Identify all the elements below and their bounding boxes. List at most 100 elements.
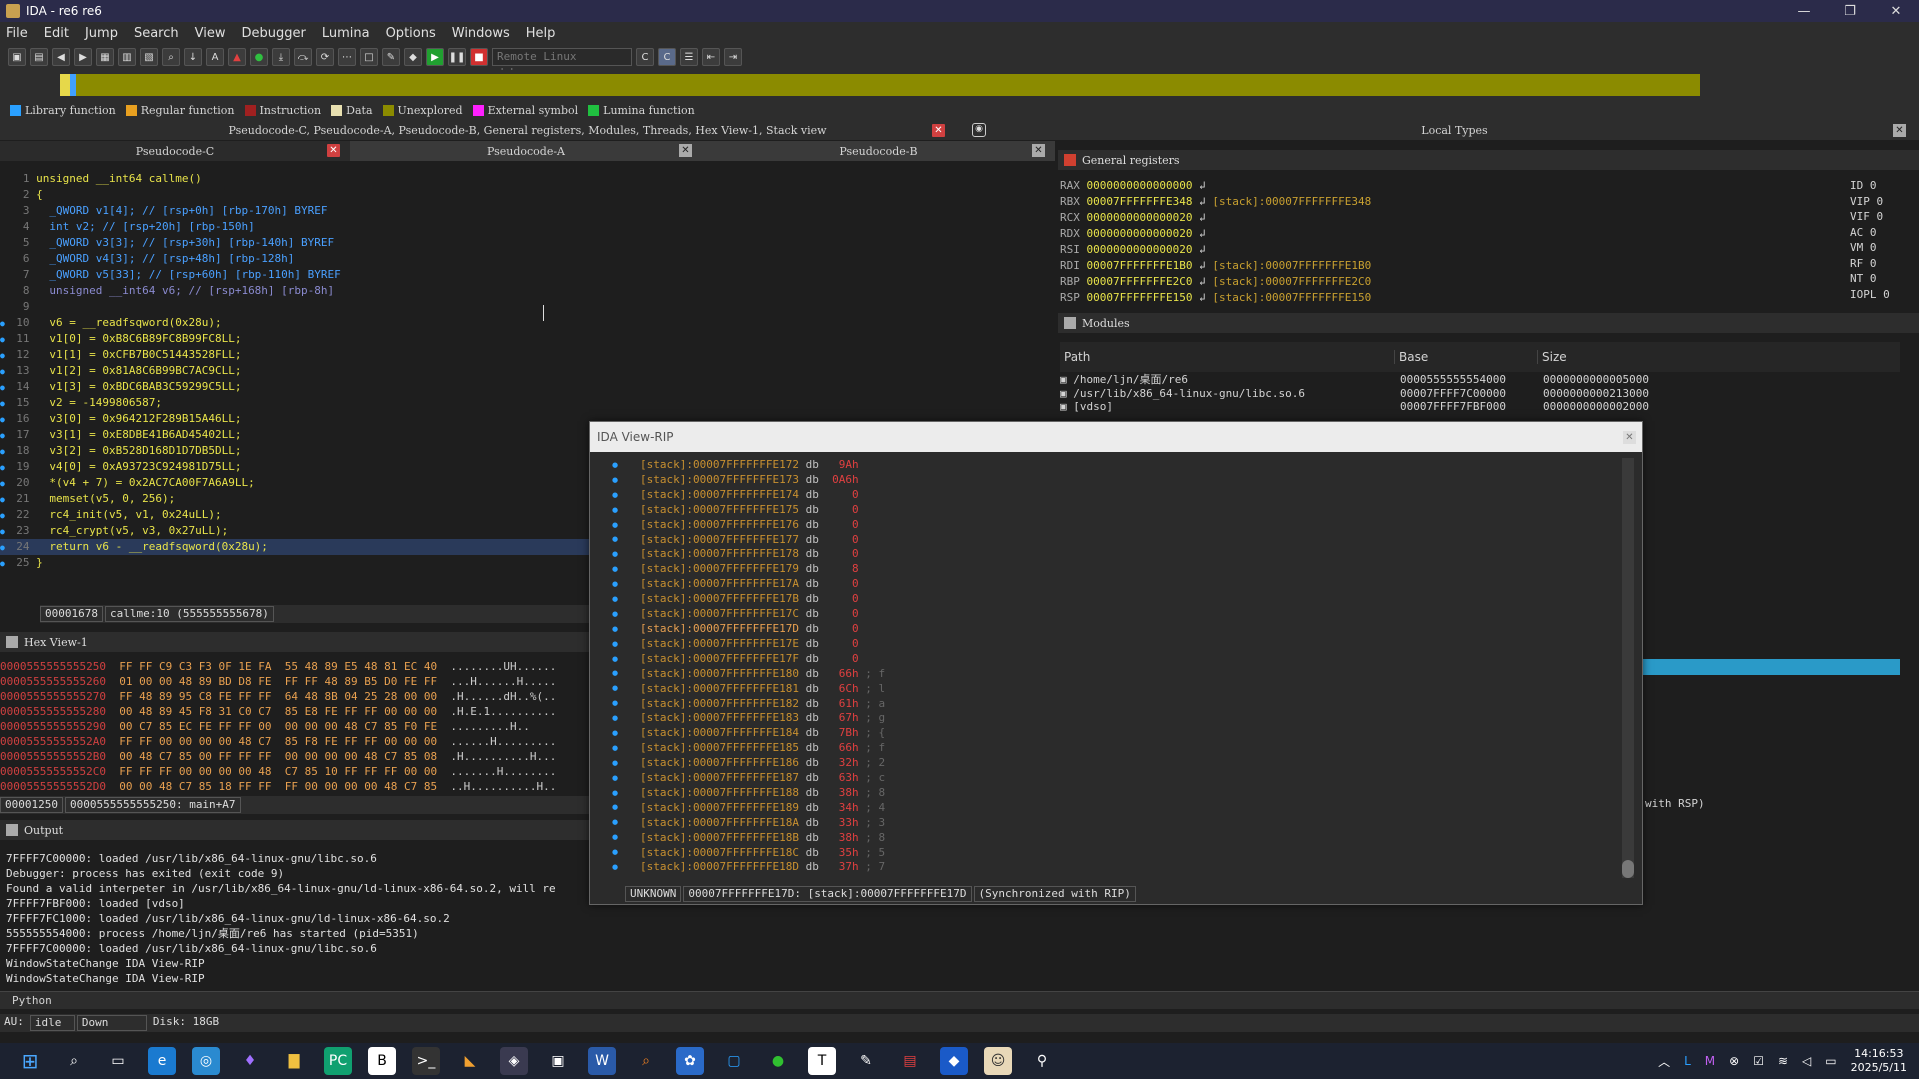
save-icon[interactable]: ▤ xyxy=(30,48,48,66)
close-window-button[interactable]: ✕ xyxy=(1873,4,1919,19)
close-tab-icon[interactable]: ✕ xyxy=(327,144,340,157)
vm-icon[interactable]: ▣ xyxy=(544,1047,572,1075)
volume-icon[interactable]: ◁ xyxy=(1802,1054,1811,1068)
indent-icon[interactable]: ⇤ xyxy=(702,48,720,66)
breakpoint-dot[interactable]: ● xyxy=(0,463,10,472)
disasm-row[interactable]: [stack]:00007FFFFFFFE17E db 0 xyxy=(640,637,1610,652)
flag-row[interactable]: ID 0 xyxy=(1850,178,1910,194)
struct-icon[interactable]: ▥ xyxy=(118,48,136,66)
search-icon[interactable]: ⌕ xyxy=(162,48,180,66)
hex-view[interactable]: 0000555555555250 FF FF C9 C3 F3 0F 1E FA… xyxy=(0,659,590,794)
tray-app-icon-4[interactable]: ☑ xyxy=(1753,1054,1764,1068)
app-icon-3[interactable]: B xyxy=(368,1047,396,1075)
breakpoint-dot[interactable]: ● xyxy=(612,741,628,756)
pycharm-icon[interactable]: PC xyxy=(324,1047,352,1075)
local-types-title[interactable]: Local Types xyxy=(1421,124,1487,137)
register-value[interactable]: 0000000000000000 xyxy=(1087,179,1193,192)
cpu-active-icon[interactable]: C xyxy=(658,48,676,66)
code-line[interactable]: ● 12 v1[1] = 0xCFB7B0C51443528FLL; xyxy=(0,347,1055,363)
text-icon[interactable]: A xyxy=(206,48,224,66)
menu-search[interactable]: Search xyxy=(134,26,179,41)
hex-row[interactable]: 00005555555552D0 00 00 48 C7 85 18 FF FF… xyxy=(0,779,590,794)
register-value[interactable]: 0000000000000020 xyxy=(1087,243,1193,256)
pause-icon[interactable]: ❚❚ xyxy=(448,48,466,66)
menu-windows[interactable]: Windows xyxy=(452,26,510,41)
cpu-icon[interactable]: C xyxy=(636,48,654,66)
breakpoint-dot[interactable]: ● xyxy=(0,383,10,392)
breakpoint-dot[interactable]: ● xyxy=(0,543,10,552)
tab-pseudocode-b[interactable]: Pseudocode-B ✕ xyxy=(702,141,1055,161)
breakpoint-dot[interactable]: ● xyxy=(612,503,628,518)
breakpoint-dot[interactable] xyxy=(0,303,10,312)
app-icon-1[interactable]: ◎ xyxy=(192,1047,220,1075)
pen-icon[interactable]: ✎ xyxy=(382,48,400,66)
task-view-icon[interactable]: ▭ xyxy=(104,1047,132,1075)
forward-icon[interactable]: ▶ xyxy=(74,48,92,66)
code-line[interactable]: 3 _QWORD v1[4]; // [rsp+0h] [rbp-170h] B… xyxy=(0,203,1055,219)
ida-taskbar-icon[interactable]: ◈ xyxy=(500,1047,528,1075)
breakpoint-dot[interactable]: ● xyxy=(612,622,628,637)
breakpoint-gutter[interactable]: ● ● ● ● ● ● ● ● ● ● ● ● ● ● ● ● ● ● ● ● ● ● ● ● ● ● ● ● xyxy=(612,458,628,878)
python-button[interactable]: Python xyxy=(12,994,52,1007)
breakpoint-dot[interactable]: ● xyxy=(0,367,10,376)
col-base[interactable]: Base xyxy=(1395,350,1538,364)
modules-list[interactable]: ▣ /home/ljn/桌面/re6 0000555555554000 000000… xyxy=(1060,373,1900,420)
app-icon-7[interactable]: ▢ xyxy=(720,1047,748,1075)
search-icon[interactable]: ⌕ xyxy=(60,1047,88,1075)
hex-row[interactable]: 00005555555552B0 00 48 C7 85 00 FF FF FF… xyxy=(0,749,590,764)
hex-row[interactable]: 0000555555555290 00 C7 85 EC FE FF FF 00… xyxy=(0,719,590,734)
jump-arrow-icon[interactable]: ↲ xyxy=(1192,195,1212,208)
menu-help[interactable]: Help xyxy=(526,26,556,41)
jump-arrow-icon[interactable]: ↲ xyxy=(1192,179,1206,192)
register-value[interactable]: 00007FFFFFFFE150 xyxy=(1087,291,1193,304)
disasm-row[interactable]: [stack]:00007FFFFFFFE17C db 0 xyxy=(640,607,1610,622)
breakpoint-dot[interactable]: ● xyxy=(612,637,628,652)
breakpoint-dot[interactable]: ● xyxy=(0,495,10,504)
battery-icon[interactable]: ▭ xyxy=(1825,1054,1836,1068)
hex-row[interactable]: 0000555555555260 01 00 00 48 89 BD D8 FE… xyxy=(0,674,590,689)
flag-row[interactable]: IOPL 0 xyxy=(1850,287,1910,303)
tab-pseudocode-a[interactable]: Pseudocode-A ✕ xyxy=(350,141,702,161)
edge-icon[interactable]: e xyxy=(148,1047,176,1075)
breakpoint-dot[interactable]: ● xyxy=(612,592,628,607)
jump-arrow-icon[interactable]: ↲ xyxy=(1192,227,1206,240)
disasm-row[interactable]: [stack]:00007FFFFFFFE175 db 0 xyxy=(640,503,1610,518)
ida-view-rip-titlebar[interactable]: IDA View-RIP ✕ xyxy=(590,422,1642,452)
open-icon[interactable]: ▣ xyxy=(8,48,26,66)
menu-debugger[interactable]: Debugger xyxy=(241,26,305,41)
ida-view-scrollbar[interactable] xyxy=(1622,458,1634,878)
tray-app-icon-1[interactable]: L xyxy=(1684,1054,1691,1068)
breakpoint-dot[interactable] xyxy=(0,271,10,280)
file-explorer-icon[interactable]: ▇ xyxy=(280,1047,308,1075)
breakpoint-dot[interactable]: ● xyxy=(612,815,628,830)
breakpoint-dot[interactable]: ● xyxy=(0,319,10,328)
disasm-row[interactable]: [stack]:00007FFFFFFFE177 db 0 xyxy=(640,533,1610,548)
ida-view-rip-window[interactable]: IDA View-RIP ✕ ● ● ● ● ● ● ● ● ● ● ● ● ● ● ● ● ● ● ● ● ● ● ● ● ●… xyxy=(589,421,1643,905)
tab-pseudocode-c[interactable]: Pseudocode-C ✕ xyxy=(0,141,350,161)
breakpoint-dot[interactable]: ● xyxy=(0,399,10,408)
registers-list[interactable]: RAX 0000000000000000 ↲ RBX 00007FFFFFFFE… xyxy=(1060,178,1830,304)
breakpoint-dot[interactable]: ● xyxy=(612,860,628,875)
app-icon-6[interactable]: ✿ xyxy=(676,1047,704,1075)
register-value[interactable]: 0000000000000020 xyxy=(1087,211,1193,224)
app-icon-8[interactable]: ▤ xyxy=(896,1047,924,1075)
disasm-row[interactable]: [stack]:00007FFFFFFFE179 db 8 xyxy=(640,562,1610,577)
breakpoint-dot[interactable]: ● xyxy=(0,511,10,520)
register-value[interactable]: 0000000000000020 xyxy=(1087,227,1193,240)
clock-date[interactable]: 2025/5/11 xyxy=(1851,1061,1907,1075)
disasm-row[interactable]: [stack]:00007FFFFFFFE183 db 67h ; g xyxy=(640,711,1610,726)
jump-arrow-icon[interactable]: ↲ xyxy=(1192,211,1206,224)
breakpoint-dot[interactable]: ● xyxy=(0,335,10,344)
close-dock-icon[interactable]: ✕ xyxy=(932,124,945,137)
app-icon-10[interactable]: ☺ xyxy=(984,1047,1012,1075)
hex-row[interactable]: 00005555555552C0 FF FF FF 00 00 00 00 48… xyxy=(0,764,590,779)
breakpoint-dot[interactable]: ● xyxy=(612,711,628,726)
app-icon-5[interactable]: ⌕ xyxy=(632,1047,660,1075)
disasm-row[interactable]: [stack]:00007FFFFFFFE186 db 32h ; 2 xyxy=(640,756,1610,771)
step-into-icon[interactable]: ⤓ xyxy=(272,48,290,66)
disasm-row[interactable]: [stack]:00007FFFFFFFE188 db 38h ; 8 xyxy=(640,786,1610,801)
list-icon[interactable]: ☰ xyxy=(680,48,698,66)
breakpoint-icon[interactable]: ▲ xyxy=(228,48,246,66)
breakpoint-dot[interactable] xyxy=(0,175,10,184)
disasm-row[interactable]: [stack]:00007FFFFFFFE17A db 0 xyxy=(640,577,1610,592)
